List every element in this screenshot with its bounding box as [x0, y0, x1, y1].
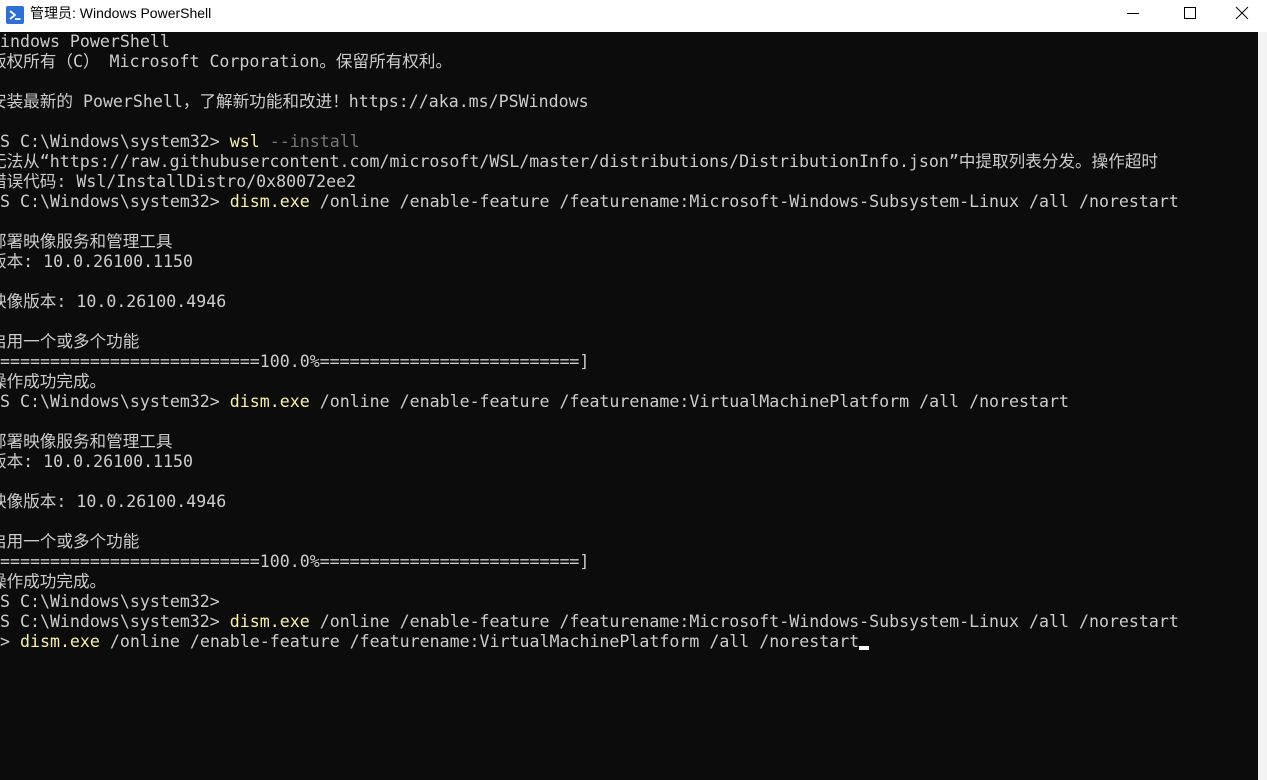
terminal-line: 映像版本: 10.0.26100.4946 — [0, 492, 1179, 512]
output-text: 无法从“https://raw.githubusercontent.com/mi… — [0, 152, 1159, 171]
terminal-line: 操作成功完成。 — [0, 572, 1179, 592]
output-text: [==========================100.0%=======… — [0, 552, 590, 571]
maximize-button[interactable] — [1161, 0, 1219, 26]
output-text: 部署映像服务和管理工具 — [0, 432, 173, 451]
terminal-line: [==========================100.0%=======… — [0, 352, 1179, 372]
terminal-line: 版本: 10.0.26100.1150 — [0, 252, 1179, 272]
terminal-line: [==========================100.0%=======… — [0, 552, 1179, 572]
maximize-icon — [1184, 7, 1196, 19]
terminal-line: PS C:\Windows\system32> dism.exe /online… — [0, 192, 1179, 212]
minimize-icon — [1127, 13, 1139, 14]
output-text: 安装最新的 PowerShell，了解新功能和改进！https://aka.ms… — [0, 92, 589, 111]
output-text: 版本: 10.0.26100.1150 — [0, 252, 194, 271]
terminal-line: 映像版本: 10.0.26100.4946 — [0, 292, 1179, 312]
output-text: 错误代码: Wsl/InstallDistro/0x80072ee2 — [0, 172, 357, 191]
output-text: PS C:\Windows\system32> — [0, 192, 230, 211]
output-text: /online /enable-feature /featurename:Vir… — [99, 632, 860, 651]
terminal-line: 版权所有（C） Microsoft Corporation。保留所有权利。 — [0, 52, 1179, 72]
output-text: 版权所有（C） Microsoft Corporation。保留所有权利。 — [0, 52, 453, 71]
close-button[interactable] — [1218, 0, 1267, 26]
output-text: /online /enable-feature /featurename:Mic… — [309, 192, 1179, 211]
terminal-line: 安装最新的 PowerShell，了解新功能和改进！https://aka.ms… — [0, 92, 1179, 112]
command-token: dism.exe — [19, 632, 100, 651]
output-text: PS C:\Windows\system32> — [0, 612, 230, 631]
terminal-line: 无法从“https://raw.githubusercontent.com/mi… — [0, 152, 1179, 172]
output-text: PS C:\Windows\system32> — [0, 132, 230, 151]
output-text: 启用一个或多个功能 — [0, 532, 140, 551]
output-text: /online /enable-feature /featurename:Mic… — [309, 612, 1179, 631]
parameter-token: --install — [259, 132, 360, 151]
output-text: PS C:\Windows\system32> — [0, 592, 220, 611]
close-icon — [1235, 6, 1249, 20]
terminal-output[interactable]: Windows PowerShell 版权所有（C） Microsoft Corp… — [0, 32, 1258, 780]
output-text: PS C:\Windows\system32> — [0, 392, 230, 411]
minimize-button[interactable] — [1104, 0, 1162, 26]
output-text: 映像版本: 10.0.26100.4946 — [0, 292, 227, 311]
output-text: >> — [0, 632, 10, 651]
output-text: /online /enable-feature /featurename:Vir… — [309, 392, 1069, 411]
command-token: dism.exe — [229, 392, 310, 411]
output-text: [==========================100.0%=======… — [0, 352, 590, 371]
output-text: 操作成功完成。 — [0, 372, 107, 391]
window-title: 管理员: Windows PowerShell — [30, 5, 212, 21]
command-token: dism.exe — [229, 612, 310, 631]
terminal-line: Windows PowerShell — [0, 32, 1179, 52]
output-text: 操作成功完成。 — [0, 572, 107, 591]
terminal-line: 启用一个或多个功能 — [0, 532, 1179, 552]
terminal-line: PS C:\Windows\system32> dism.exe /online… — [0, 392, 1179, 412]
output-text: 部署映像服务和管理工具 — [0, 232, 173, 251]
output-text: 启用一个或多个功能 — [0, 332, 140, 351]
terminal-line: 错误代码: Wsl/InstallDistro/0x80072ee2 — [0, 172, 1179, 192]
powershell-icon — [6, 6, 24, 24]
terminal-lines: Windows PowerShell 版权所有（C） Microsoft Corp… — [0, 32, 1179, 652]
terminal-line: 操作成功完成。 — [0, 372, 1179, 392]
output-text: 版本: 10.0.26100.1150 — [0, 452, 194, 471]
terminal-line: PS C:\Windows\system32> — [0, 592, 1179, 612]
terminal-line: PS C:\Windows\system32> dism.exe /online… — [0, 612, 1179, 632]
text-cursor — [859, 646, 870, 650]
vertical-scrollbar[interactable] — [1258, 32, 1267, 780]
terminal-line: 启用一个或多个功能 — [0, 332, 1179, 352]
terminal-line: >> dism.exe /online /enable-feature /fea… — [0, 632, 1179, 652]
terminal-line: 部署映像服务和管理工具 — [0, 432, 1179, 452]
output-text: 映像版本: 10.0.26100.4946 — [0, 492, 227, 511]
terminal-line: PS C:\Windows\system32> wsl --install — [0, 132, 1179, 152]
command-token: dism.exe — [229, 192, 310, 211]
output-text: Windows PowerShell — [0, 32, 170, 51]
terminal-line: 部署映像服务和管理工具 — [0, 232, 1179, 252]
terminal-line: 版本: 10.0.26100.1150 — [0, 452, 1179, 472]
title-bar[interactable]: 管理员: Windows PowerShell — [0, 0, 1267, 32]
command-token: wsl — [229, 132, 260, 151]
